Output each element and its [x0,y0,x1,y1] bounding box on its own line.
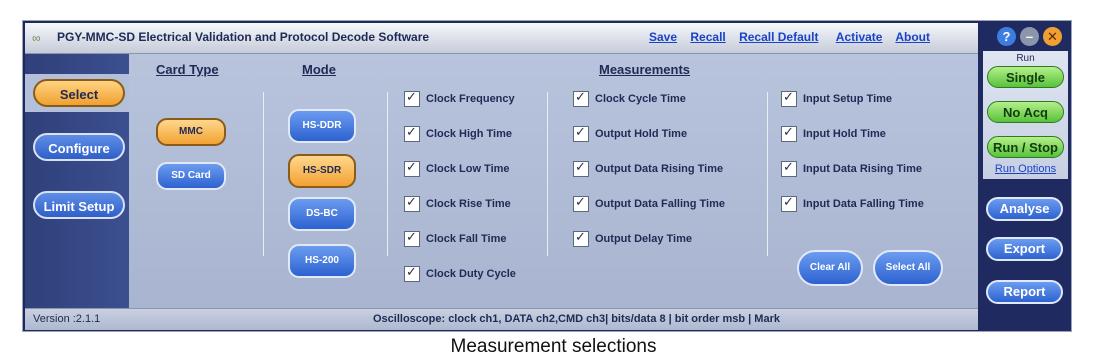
card-sd-button[interactable]: SD Card [156,162,226,190]
checkbox-clock-frequency[interactable]: ✓ Clock Frequency [404,89,515,107]
checkbox-clock-cycle-time[interactable]: ✓ Clock Cycle Time [573,89,686,107]
checkbox-checked[interactable]: ✓ [404,159,420,177]
run-label: Run [1016,53,1035,64]
oscilloscope-status: Oscilloscope: clock ch1, DATA ch2,CMD ch… [373,313,780,325]
checkbox-checked[interactable]: ✓ [781,159,797,177]
checkbox-checked[interactable]: ✓ [573,159,589,177]
run-options-link[interactable]: Run Options [983,163,1068,175]
checkbox-checked[interactable]: ✓ [404,264,420,282]
run-stop-button[interactable]: Run / Stop [987,136,1064,158]
main-panel: Select Configure Limit Setup Card Type M… [25,54,978,308]
checkbox-checked[interactable]: ✓ [573,89,589,107]
checkbox-checked[interactable]: ✓ [573,194,589,212]
recall-link[interactable]: Recall [690,30,725,44]
single-button[interactable]: Single [987,66,1064,88]
figure-caption: Measurement selections [450,336,657,357]
card-mmc-button[interactable]: MMC [156,118,226,146]
mode-hs-sdr-button[interactable]: HS-SDR [288,154,356,188]
checkbox-clock-duty-cycle[interactable]: ✓ Clock Duty Cycle [404,264,516,282]
checkbox-clock-low-time[interactable]: ✓ Clock Low Time [404,159,510,177]
export-button[interactable]: Export [986,237,1063,261]
separator [387,92,388,256]
checkbox-checked[interactable]: ✓ [573,229,589,247]
no-acq-button[interactable]: No Acq [987,101,1064,123]
mode-heading: Mode [302,62,336,77]
window-title: PGY-MMC-SD Electrical Validation and Pro… [57,30,430,44]
separator [767,92,768,256]
mode-ds-bc-button[interactable]: DS-BC [288,197,356,231]
application-window: ∞ PGY-MMC-SD Electrical Validation and P… [22,20,1072,332]
checkbox-checked[interactable]: ✓ [781,194,797,212]
checkbox-clock-fall-time[interactable]: ✓ Clock Fall Time [404,229,507,247]
nav-select-button[interactable]: Select [33,79,125,107]
checkbox-input-setup-time[interactable]: ✓ Input Setup Time [781,89,892,107]
version-label: Version :2.1.1 [33,313,101,325]
checkbox-input-hold-time[interactable]: ✓ Input Hold Time [781,124,886,142]
help-icon[interactable]: ? [997,27,1016,46]
minimize-icon[interactable]: – [1020,27,1039,46]
measurements-heading: Measurements [599,62,691,77]
checkbox-output-data-rising-time[interactable]: ✓ Output Data Rising Time [573,159,723,177]
checkbox-clock-rise-time[interactable]: ✓ Clock Rise Time [404,194,511,212]
checkbox-checked[interactable]: ✓ [404,89,420,107]
separator [547,92,548,256]
checkbox-clock-high-time[interactable]: ✓ Clock High Time [404,124,512,142]
checkbox-checked[interactable]: ✓ [404,124,420,142]
checkbox-output-data-falling-time[interactable]: ✓ Output Data Falling Time [573,194,725,212]
select-all-button[interactable]: Select All [873,250,943,286]
report-button[interactable]: Report [986,280,1063,304]
checkbox-input-data-rising-time[interactable]: ✓ Input Data Rising Time [781,159,922,177]
status-bar: Version :2.1.1 Oscilloscope: clock ch1, … [25,308,978,330]
checkbox-checked[interactable]: ✓ [781,89,797,107]
top-links: Save Recall Recall Default Activate Abou… [649,30,940,44]
checkbox-output-hold-time[interactable]: ✓ Output Hold Time [573,124,687,142]
title-bar: ∞ PGY-MMC-SD Electrical Validation and P… [25,23,978,54]
checkbox-checked[interactable]: ✓ [573,124,589,142]
clear-all-button[interactable]: Clear All [797,250,863,286]
activate-link[interactable]: Activate [836,30,883,44]
mode-hs-ddr-button[interactable]: HS-DDR [288,109,356,143]
save-link[interactable]: Save [649,30,677,44]
left-nav: Select Configure Limit Setup [25,54,129,308]
close-icon[interactable]: ✕ [1043,27,1062,46]
about-link[interactable]: About [895,30,930,44]
app-logo-icon: ∞ [32,31,40,45]
mode-hs-200-button[interactable]: HS-200 [288,244,356,278]
recall-default-link[interactable]: Recall Default [739,30,818,44]
checkbox-checked[interactable]: ✓ [781,124,797,142]
run-panel: Run Single No Acq Run / Stop Run Options [983,51,1068,179]
nav-configure-button[interactable]: Configure [33,133,125,161]
checkbox-checked[interactable]: ✓ [404,229,420,247]
checkbox-output-delay-time[interactable]: ✓ Output Delay Time [573,229,692,247]
nav-limit-setup-button[interactable]: Limit Setup [33,191,125,219]
checkbox-checked[interactable]: ✓ [404,194,420,212]
card-type-heading: Card Type [156,62,219,77]
analyse-button[interactable]: Analyse [986,197,1063,221]
separator [263,92,264,256]
checkbox-input-data-falling-time[interactable]: ✓ Input Data Falling Time [781,194,924,212]
right-panel: ? – ✕ Run Single No Acq Run / Stop Run O… [980,21,1071,331]
